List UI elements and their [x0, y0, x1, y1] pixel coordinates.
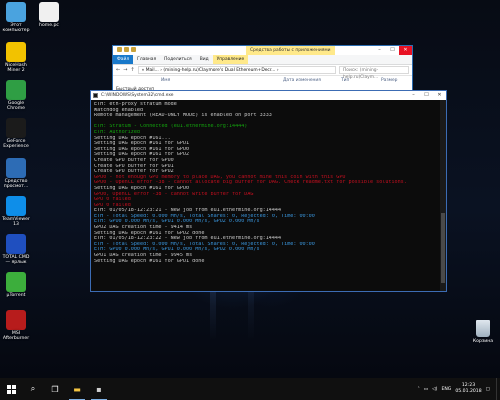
address-row: ← → ↑ « Mail... › (mining-help.ru)Claymo… — [113, 65, 412, 80]
utorrent-icon — [6, 272, 26, 292]
column-type[interactable]: Тип — [341, 78, 349, 83]
taskbar-button[interactable]: ▪ — [88, 378, 110, 400]
geforce-icon — [6, 118, 26, 138]
forward-arrow-icon[interactable]: → — [123, 67, 127, 73]
desktop-icon-label: GeForce Experience — [3, 139, 29, 150]
viewer-icon — [6, 158, 26, 178]
explorer-titlebar[interactable]: Средства работы с приложениями – ☐ ✕ — [113, 46, 412, 55]
desktop-icon-label: Google Chrome — [6, 101, 26, 112]
cmd-icon: ▪ — [96, 384, 102, 394]
task-view-icon: ❐ — [51, 384, 59, 394]
taskbar: ⌕ ❐ ▬ ▪ ˄ ▭ ◁) ENG 12:23 05.01.2018 ▢ — [0, 378, 500, 400]
desktop-icon[interactable]: MSI Afterburner — [0, 310, 32, 341]
desktop-icon-label: MSI Afterburner — [2, 331, 30, 342]
clock[interactable]: 12:23 05.01.2018 — [455, 383, 481, 395]
ribbon-tabs: Файл Главная Поделиться Вид Управление — [113, 55, 412, 65]
show-desktop-button[interactable] — [496, 378, 500, 400]
computer-icon — [6, 2, 26, 22]
taskbar-button[interactable]: ❐ — [44, 378, 66, 400]
tab-manage[interactable]: Управление — [212, 55, 249, 64]
msi-icon — [6, 310, 26, 330]
properties-icon[interactable] — [124, 47, 129, 52]
tab-view[interactable]: Вид — [196, 55, 213, 64]
desktop-icon[interactable]: NiceHash Miner 2 — [0, 42, 32, 73]
column-size[interactable]: Размер — [381, 78, 397, 83]
address-bar[interactable]: « Mail... › (mining-help.ru)Claymore's D… — [137, 66, 336, 74]
cmd-window[interactable]: C:\WINDOWS\System32\cmd.exe – ☐ ✕ ETH: e… — [90, 90, 447, 292]
tab-home[interactable]: Главная — [133, 55, 160, 64]
desktop-icon[interactable]: TeamViewer 13 — [0, 196, 32, 227]
context-tab[interactable]: Средства работы с приложениями — [246, 46, 335, 55]
column-name[interactable]: Имя — [161, 78, 170, 83]
system-tray: ˄ ▭ ◁) ENG 12:23 05.01.2018 ▢ — [417, 378, 490, 400]
console-output[interactable]: ETH: eth-proxy stratum mode Watchdog enab… — [91, 100, 446, 264]
desktop-icon[interactable]: home.pc — [33, 2, 65, 28]
search-input[interactable]: Поиск: (mining-help.ru)Claym... — [339, 66, 409, 80]
start-button[interactable] — [0, 378, 22, 400]
clock-date: 05.01.2018 — [455, 389, 482, 394]
tab-file[interactable]: Файл — [113, 55, 134, 64]
cmd-window-controls: – ☐ ✕ — [407, 91, 446, 100]
maximize-button[interactable]: ☐ — [386, 46, 399, 55]
desktop-icon-label: TOTAL CMD — ярлык — [2, 255, 30, 266]
tab-share[interactable]: Поделиться — [160, 55, 196, 64]
search-icon: ⌕ — [30, 384, 36, 393]
column-headers: Имя Дата изменения Тип Размер — [113, 76, 412, 84]
console-scrollbar[interactable] — [440, 100, 446, 291]
cmd-titlebar[interactable]: C:\WINDOWS\System32\cmd.exe – ☐ ✕ — [91, 91, 446, 100]
taskbar-apps: ⌕ ❐ ▬ ▪ — [22, 378, 110, 400]
desktop-icon-label: µTorrent — [6, 293, 26, 298]
desktop-icon[interactable]: Этот компьютер — [0, 2, 32, 33]
desktop-icon[interactable]: Средство просмот... — [0, 158, 32, 189]
desktop: Этот компьютер home.pc MSI Afterburner Nice… — [0, 0, 500, 378]
tray-chevron-icon[interactable]: ˄ — [417, 387, 419, 392]
quick-access-toolbar — [117, 47, 136, 52]
column-date[interactable]: Дата изменения — [283, 78, 321, 83]
desktop-icon-label: TeamViewer 13 — [2, 217, 30, 228]
minimize-button[interactable]: – — [373, 46, 386, 55]
cmd-title: C:\WINDOWS\System32\cmd.exe — [101, 93, 174, 98]
recycle-bin-icon — [476, 320, 490, 337]
window-controls: – ☐ ✕ — [373, 46, 412, 55]
volume-icon[interactable]: ◁) — [432, 387, 437, 392]
close-button[interactable]: ✕ — [399, 46, 412, 55]
file-explorer-icon: ▬ — [73, 384, 81, 394]
document-icon — [39, 2, 59, 22]
back-arrow-icon[interactable]: ← — [116, 67, 120, 73]
language-indicator[interactable]: ENG — [441, 387, 451, 392]
desktop-icon-label: Средство просмот... — [3, 179, 29, 190]
windows-logo-icon — [6, 384, 16, 394]
taskbar-button[interactable]: ▬ — [66, 378, 88, 400]
nicehash-icon — [6, 42, 26, 62]
cmd-icon — [93, 93, 98, 98]
recycle-bin[interactable]: Корзина — [470, 320, 496, 344]
console-line: Setting DAG epoch #161 for GPU1 done — [94, 258, 205, 264]
up-arrow-icon[interactable]: ↑ — [130, 67, 134, 73]
scrollbar-thumb[interactable] — [441, 213, 445, 283]
minimize-button[interactable]: – — [407, 91, 420, 100]
chrome-icon — [6, 80, 26, 100]
network-icon[interactable]: ▭ — [424, 387, 428, 392]
folder-icon[interactable] — [117, 47, 122, 52]
notifications-icon[interactable]: ▢ — [486, 387, 490, 392]
desktop-icon-label: home.pc — [39, 23, 59, 28]
desktop-icon-label: NiceHash Miner 2 — [5, 63, 27, 74]
taskbar-button[interactable]: ⌕ — [22, 378, 44, 400]
desktop-icon-label: Этот компьютер — [2, 23, 30, 34]
totalcmd-icon — [6, 234, 26, 254]
maximize-button[interactable]: ☐ — [420, 91, 433, 100]
desktop-icon[interactable]: TOTAL CMD — ярлык — [0, 234, 32, 265]
recycle-bin-label: Корзина — [472, 339, 494, 344]
new-folder-icon[interactable] — [131, 47, 136, 52]
close-button[interactable]: ✕ — [433, 91, 446, 100]
teamviewer-icon — [6, 196, 26, 216]
desktop-icon[interactable]: µTorrent — [0, 272, 32, 298]
desktop-icon[interactable]: Google Chrome — [0, 80, 32, 111]
desktop-icon[interactable]: GeForce Experience — [0, 118, 32, 149]
